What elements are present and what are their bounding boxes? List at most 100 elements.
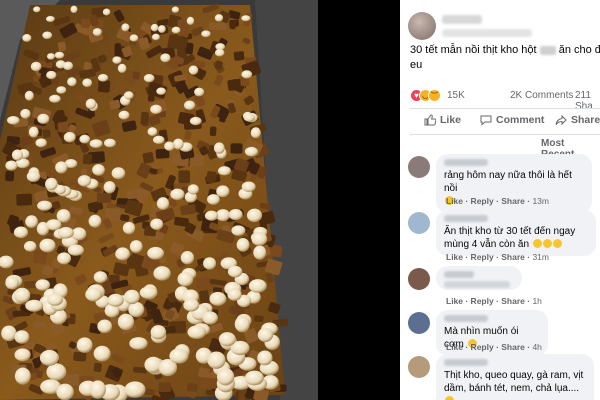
quail-egg: [37, 113, 50, 125]
quail-egg: [117, 63, 127, 74]
commenter-name-blurred[interactable]: [444, 359, 488, 366]
commenter-avatar[interactable]: [408, 312, 430, 334]
commenter-avatar[interactable]: [408, 356, 430, 378]
quail-egg: [216, 185, 230, 198]
commenter-name-blurred[interactable]: [444, 271, 474, 278]
quail-egg: [45, 15, 55, 22]
quail-egg: [54, 51, 65, 59]
like-label: Like: [440, 114, 462, 126]
share-button[interactable]: Share: [555, 114, 600, 126]
pork-chunk: [206, 171, 217, 184]
quail-egg: [257, 327, 274, 343]
share-label: Share: [571, 114, 600, 126]
pork-chunk: [5, 171, 15, 182]
quail-egg: [14, 287, 31, 303]
post-timestamp-blurred[interactable]: [442, 29, 532, 37]
comment-actions[interactable]: Like · Reply · Share · 31m: [446, 252, 549, 262]
quail-egg: [39, 238, 56, 253]
post-actions: Like Comment Share: [410, 112, 600, 132]
quail-egg: [241, 70, 253, 79]
comment-action-links[interactable]: Like · Reply · Share ·: [446, 252, 532, 262]
quail-egg: [251, 232, 268, 246]
quail-egg: [128, 301, 145, 318]
quail-egg: [67, 244, 85, 256]
quail-egg: [228, 208, 243, 221]
quail-egg: [115, 247, 130, 261]
pork-chunk: [233, 51, 245, 61]
quail-egg: [253, 245, 267, 260]
quail-egg: [150, 325, 167, 340]
commenter-avatar[interactable]: [408, 156, 430, 178]
quail-egg: [156, 197, 170, 210]
pork-chunk: [114, 43, 121, 57]
quail-egg: [25, 215, 38, 228]
share-icon: [555, 114, 567, 126]
quail-egg: [46, 53, 55, 60]
pork-chunk: [229, 20, 237, 30]
comment-actions[interactable]: Like · Reply · Share · 1h: [446, 296, 542, 306]
quail-egg: [35, 279, 51, 291]
quail-egg: [209, 291, 227, 306]
quail-egg: [248, 279, 267, 293]
comment-time[interactable]: 4h: [532, 342, 541, 352]
comment-actions[interactable]: Like · Reply · Share · 4h: [446, 342, 542, 352]
quail-egg: [39, 349, 59, 366]
quail-egg: [79, 134, 91, 144]
quail-egg: [147, 246, 165, 260]
quail-egg: [172, 138, 184, 150]
quail-egg: [201, 30, 211, 38]
sad-reaction-icon[interactable]: ︶: [428, 89, 441, 102]
comment-time[interactable]: 31m: [532, 252, 549, 262]
emoji-icon: [532, 239, 542, 248]
quail-egg: [169, 348, 189, 364]
comment-actions[interactable]: Like · Reply · Share · 13m: [446, 196, 549, 206]
quail-egg: [213, 142, 225, 154]
pork-chunk: [196, 276, 204, 289]
reaction-count[interactable]: 15K: [447, 90, 465, 101]
quail-egg: [150, 23, 159, 32]
pork-chunk: [73, 351, 87, 362]
quail-egg: [118, 110, 130, 120]
quail-egg: [22, 34, 32, 42]
comment-time[interactable]: 1h: [532, 296, 541, 306]
quail-egg: [164, 141, 175, 151]
quail-egg: [56, 86, 67, 94]
commenter-avatar[interactable]: [408, 268, 430, 290]
like-button[interactable]: Like: [424, 114, 461, 126]
comment-action-links[interactable]: Like · Reply · Share ·: [446, 342, 532, 352]
quail-egg: [157, 25, 166, 33]
quail-egg: [122, 221, 136, 235]
pork-chunk: [42, 129, 51, 138]
commenter-name-blurred[interactable]: [444, 159, 488, 166]
pork-chunk: [33, 321, 47, 328]
quail-egg: [37, 200, 53, 211]
comments-count[interactable]: 2K Comments: [510, 90, 573, 101]
comment-time[interactable]: 13m: [532, 196, 549, 206]
pork-chunk: [97, 79, 111, 93]
quail-egg: [57, 226, 74, 239]
author-avatar[interactable]: [408, 12, 436, 40]
commenter-avatar[interactable]: [408, 212, 430, 234]
quail-egg: [218, 166, 231, 176]
author-name-blurred[interactable]: [442, 15, 482, 24]
pork-chunk: [209, 126, 217, 137]
commenter-name-blurred[interactable]: [444, 315, 488, 322]
quail-egg: [188, 65, 199, 75]
quail-egg: [107, 293, 124, 307]
divider: [410, 108, 600, 109]
quail-egg: [63, 131, 76, 143]
quail-egg: [47, 293, 64, 306]
comment-action-links[interactable]: Like · Reply · Share ·: [446, 196, 532, 206]
quail-egg: [180, 251, 195, 265]
post-photo[interactable]: [0, 0, 318, 400]
quail-egg: [89, 139, 103, 149]
quail-egg: [56, 383, 74, 400]
quail-egg: [121, 23, 130, 32]
quail-egg: [183, 298, 200, 312]
commenter-name-blurred[interactable]: [444, 215, 488, 222]
comment-action-links[interactable]: Like · Reply · Share ·: [446, 296, 532, 306]
quail-egg: [153, 266, 171, 281]
pork-chunk: [132, 71, 140, 80]
quail-egg: [5, 160, 18, 171]
pork-chunk: [82, 153, 93, 165]
